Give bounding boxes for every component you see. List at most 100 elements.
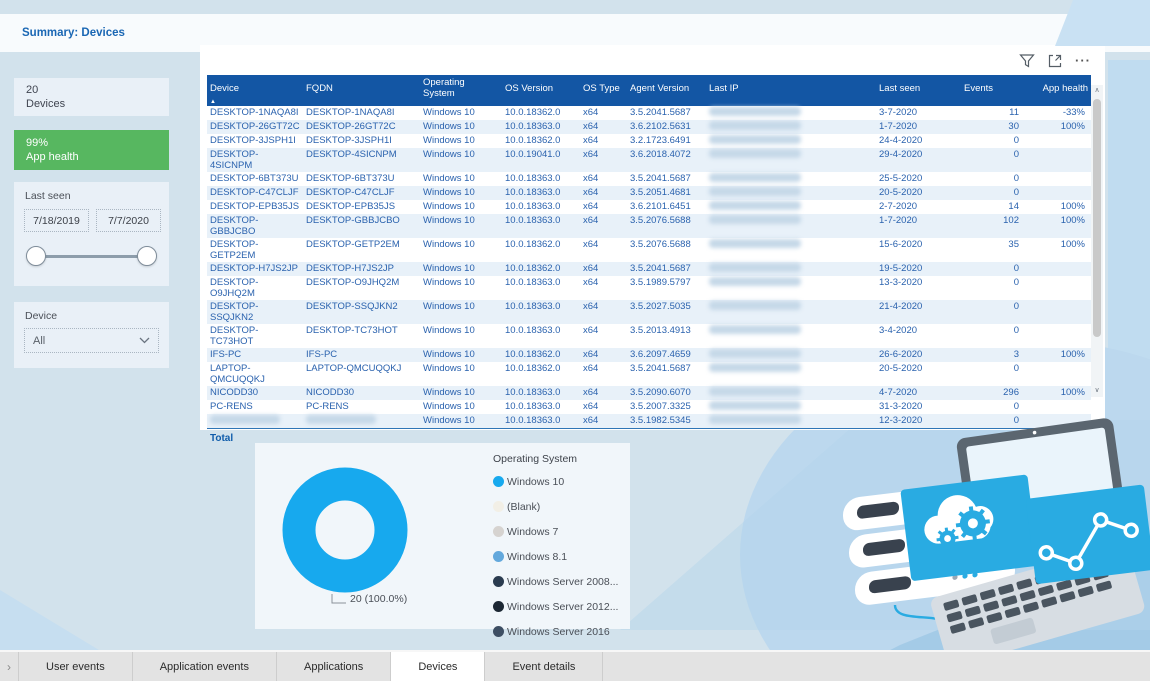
table-row[interactable]: DESKTOP-3JSPH1IDESKTOP-3JSPH1IWindows 10… <box>207 134 1091 148</box>
column-header[interactable]: App health <box>1025 75 1091 106</box>
table-row[interactable]: DESKTOP-TC73HOTDESKTOP-TC73HOTWindows 10… <box>207 324 1091 348</box>
table-row[interactable]: DESKTOP-GETP2EMDESKTOP-GETP2EMWindows 10… <box>207 238 1091 262</box>
legend-item[interactable]: (Blank) <box>493 494 618 519</box>
table-row[interactable]: DESKTOP-6BT373UDESKTOP-6BT373UWindows 10… <box>207 172 1091 186</box>
focus-mode-icon[interactable] <box>1047 53 1063 69</box>
tab-user-events[interactable]: User events <box>18 652 133 681</box>
tab-devices[interactable]: Devices <box>391 652 485 681</box>
table-row[interactable]: DESKTOP-H7JS2JPDESKTOP-H7JS2JPWindows 10… <box>207 262 1091 276</box>
scroll-down-icon[interactable]: ∨ <box>1094 385 1099 397</box>
cell-agent_version: 3.6.2101.6451 <box>627 200 706 214</box>
cell-os_type: x64 <box>580 200 627 214</box>
date-range-slider[interactable] <box>26 242 157 272</box>
cell-last_ip <box>706 186 876 200</box>
table-row[interactable]: DESKTOP-EPB35JSDESKTOP-EPB35JSWindows 10… <box>207 200 1091 214</box>
column-header[interactable]: Last IP <box>706 75 876 106</box>
cell-events: 0 <box>961 172 1025 186</box>
cell-os_type: x64 <box>580 134 627 148</box>
legend-item[interactable]: Windows Server 2016 <box>493 619 618 644</box>
redacted-value <box>709 415 801 424</box>
cell-events: 0 <box>961 134 1025 148</box>
table-row[interactable]: DESKTOP-C47CLJFDESKTOP-C47CLJFWindows 10… <box>207 186 1091 200</box>
device-dropdown[interactable]: All <box>24 328 159 353</box>
end-date-input[interactable]: 7/7/2020 <box>96 209 161 232</box>
redacted-value <box>306 415 376 424</box>
cell-events: 102 <box>961 214 1025 238</box>
cell-os: Windows 10 <box>420 106 502 120</box>
callout-line <box>331 594 347 605</box>
cell-fqdn <box>303 414 420 429</box>
cell-device <box>207 414 303 429</box>
cell-fqdn: DESKTOP-GETP2EM <box>303 238 420 262</box>
cell-agent_version: 3.5.2041.5687 <box>627 172 706 186</box>
legend-dot <box>493 526 504 537</box>
cell-agent_version: 3.5.2076.5688 <box>627 238 706 262</box>
cell-fqdn: DESKTOP-GBBJCBO <box>303 214 420 238</box>
column-header[interactable]: Events <box>961 75 1025 106</box>
cell-app_health: 100% <box>1025 200 1091 214</box>
table-row[interactable]: DESKTOP-26GT72CDESKTOP-26GT72CWindows 10… <box>207 120 1091 134</box>
page-title: Summary: Devices <box>22 27 125 39</box>
cell-last_ip <box>706 134 876 148</box>
cell-device: NICODD30 <box>207 386 303 400</box>
cell-fqdn: DESKTOP-TC73HOT <box>303 324 420 348</box>
cell-device: DESKTOP-1NAQA8I <box>207 106 303 120</box>
legend-item[interactable]: Windows Server 2008... <box>493 569 618 594</box>
cell-os: Windows 10 <box>420 276 502 300</box>
table-row[interactable]: DESKTOP-4SICNPMDESKTOP-4SICNPMWindows 10… <box>207 148 1091 172</box>
cell-app_health <box>1025 172 1091 186</box>
column-header[interactable]: Last seen <box>876 75 961 106</box>
tab-application-events[interactable]: Application events <box>133 652 277 681</box>
redacted-value <box>709 263 801 272</box>
device-table-visual: ··· Device▲FQDNOperating SystemOS Versio… <box>200 45 1105 430</box>
legend-item[interactable]: Windows 8.1 <box>493 544 618 569</box>
column-header[interactable]: Device▲ <box>207 75 303 106</box>
table-row[interactable]: DESKTOP-SSQJKN2DESKTOP-SSQJKN2Windows 10… <box>207 300 1091 324</box>
tab-event-details[interactable]: Event details <box>485 652 603 681</box>
table-row[interactable]: DESKTOP-1NAQA8IDESKTOP-1NAQA8IWindows 10… <box>207 106 1091 120</box>
column-header[interactable]: Operating System <box>420 75 502 106</box>
cell-fqdn: DESKTOP-3JSPH1I <box>303 134 420 148</box>
start-date-input[interactable]: 7/18/2019 <box>24 209 89 232</box>
legend-item[interactable]: Windows 10 <box>493 469 618 494</box>
table-row[interactable]: DESKTOP-GBBJCBODESKTOP-GBBJCBOWindows 10… <box>207 214 1091 238</box>
filter-icon[interactable] <box>1019 53 1035 69</box>
scrollbar-thumb[interactable] <box>1093 99 1101 337</box>
redacted-value <box>709 325 801 334</box>
legend-item[interactable]: Windows 7 <box>493 519 618 544</box>
scroll-up-icon[interactable]: ∧ <box>1094 85 1099 97</box>
redacted-value <box>709 121 801 130</box>
table-row[interactable]: DESKTOP-O9JHQ2MDESKTOP-O9JHQ2MWindows 10… <box>207 276 1091 300</box>
redacted-value <box>709 349 801 358</box>
redacted-value <box>709 363 801 372</box>
cell-fqdn: DESKTOP-26GT72C <box>303 120 420 134</box>
cell-os_type: x64 <box>580 106 627 120</box>
table-scrollbar[interactable]: ∧ ∨ <box>1091 85 1103 397</box>
redacted-value <box>709 301 801 310</box>
legend-label: Windows 10 <box>507 476 564 488</box>
slider-handle-start[interactable] <box>26 246 46 266</box>
cell-os_version: 10.0.18363.0 <box>502 386 580 400</box>
column-header[interactable]: OS Type <box>580 75 627 106</box>
table-row[interactable]: NICODD30NICODD30Windows 1010.0.18363.0x6… <box>207 386 1091 400</box>
table-row[interactable]: LAPTOP-QMCUQQKJLAPTOP-QMCUQQKJWindows 10… <box>207 362 1091 386</box>
cell-app_health: 100% <box>1025 214 1091 238</box>
legend-item[interactable]: Windows Server 2012... <box>493 594 618 619</box>
cell-last_seen: 19-5-2020 <box>876 262 961 276</box>
page-tab-bar: › User eventsApplication eventsApplicati… <box>0 650 1150 681</box>
cell-os_type: x64 <box>580 238 627 262</box>
table-row[interactable]: IFS-PCIFS-PCWindows 1010.0.18362.0x643.6… <box>207 348 1091 362</box>
slider-handle-end[interactable] <box>137 246 157 266</box>
cell-last_ip <box>706 238 876 262</box>
more-options-icon[interactable]: ··· <box>1075 56 1091 66</box>
page-nav-icon[interactable]: › <box>0 652 18 681</box>
cell-os: Windows 10 <box>420 120 502 134</box>
column-header[interactable]: Agent Version <box>627 75 706 106</box>
cell-fqdn: DESKTOP-SSQJKN2 <box>303 300 420 324</box>
cell-app_health: 100% <box>1025 238 1091 262</box>
tab-applications[interactable]: Applications <box>277 652 391 681</box>
redacted-value <box>709 201 801 210</box>
column-header[interactable]: OS Version <box>502 75 580 106</box>
cell-fqdn: DESKTOP-C47CLJF <box>303 186 420 200</box>
column-header[interactable]: FQDN <box>303 75 420 106</box>
